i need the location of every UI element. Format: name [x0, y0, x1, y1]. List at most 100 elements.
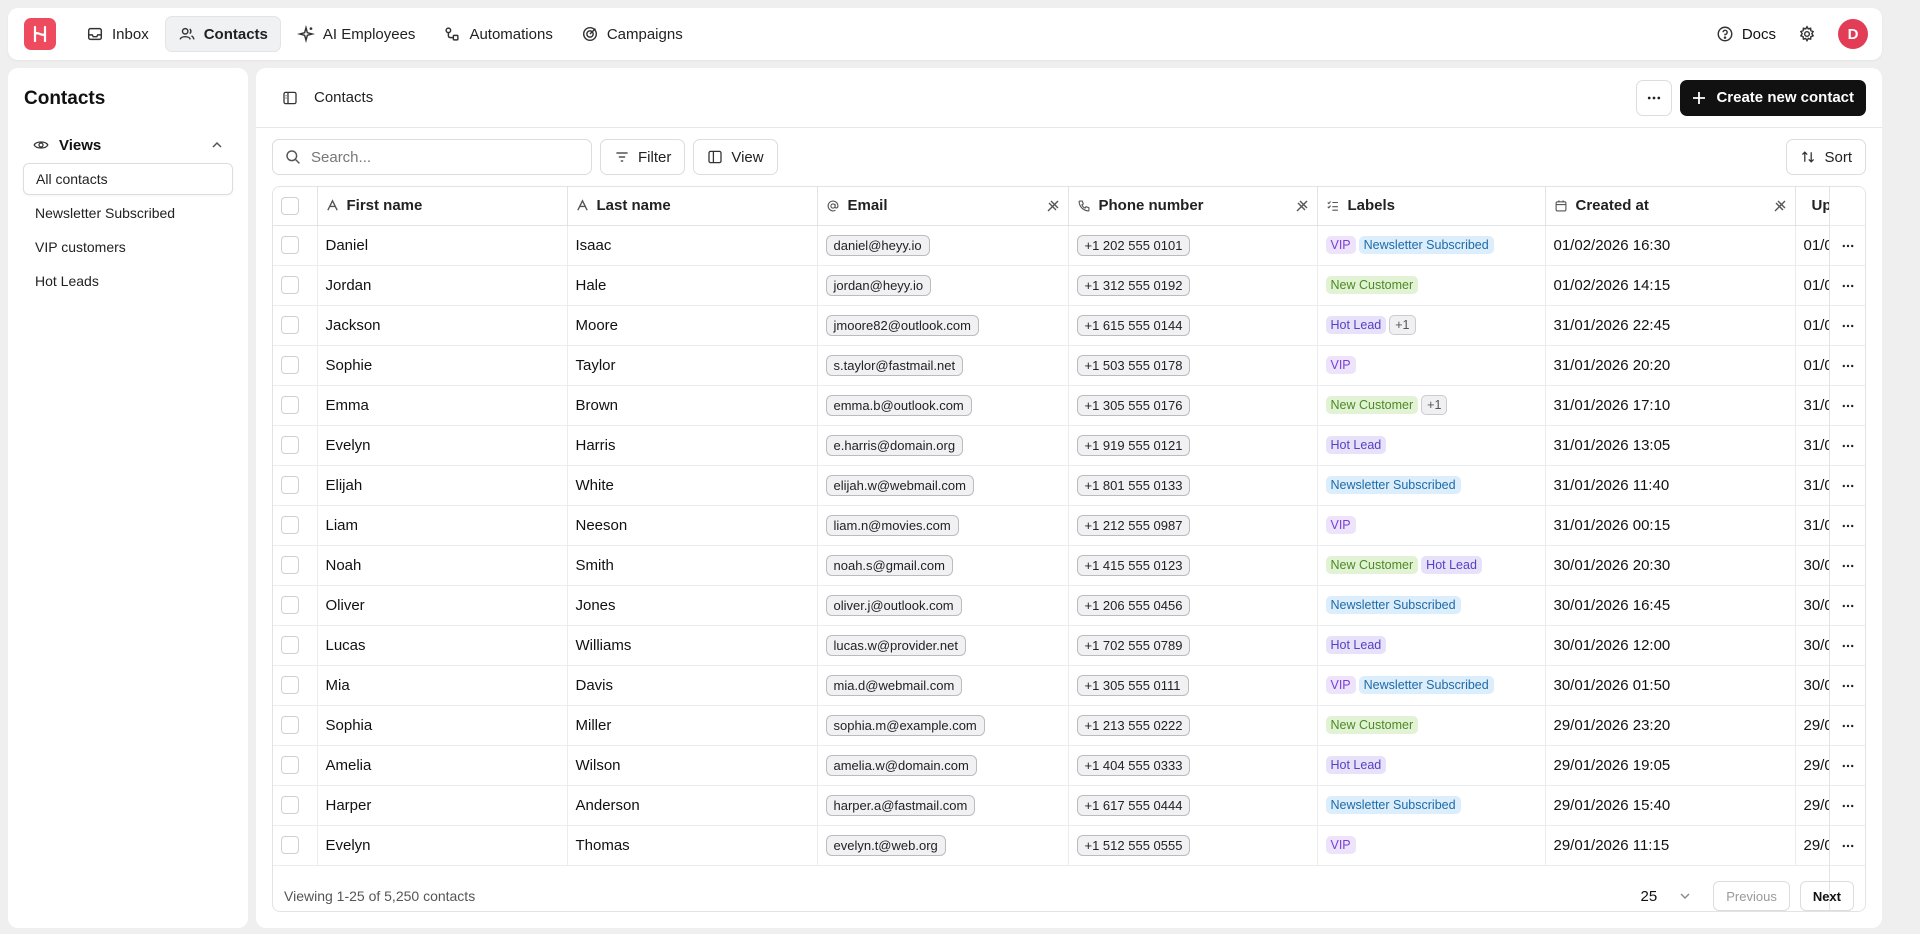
- email-chip[interactable]: noah.s@gmail.com: [825, 554, 953, 576]
- sidebar-toggle-icon[interactable]: [282, 90, 298, 106]
- phone-chip[interactable]: +1 213 555 0222: [1076, 714, 1191, 736]
- labels-cell[interactable]: VIP: [1317, 345, 1546, 386]
- email-cell[interactable]: emma.b@outlook.com: [817, 385, 1069, 426]
- sort-button[interactable]: Sort: [1786, 139, 1866, 175]
- email-chip[interactable]: evelyn.t@web.org: [825, 834, 946, 856]
- email-chip[interactable]: jmoore82@outlook.com: [825, 314, 979, 336]
- phone-cell[interactable]: +1 503 555 0178: [1068, 345, 1318, 386]
- phone-chip[interactable]: +1 206 555 0456: [1076, 594, 1191, 616]
- row-more-button[interactable]: [1830, 826, 1865, 866]
- views-section-toggle[interactable]: Views: [23, 133, 233, 157]
- email-cell[interactable]: oliver.j@outlook.com: [817, 585, 1069, 626]
- row-checkbox[interactable]: [281, 716, 299, 735]
- create-contact-button[interactable]: Create new contact: [1680, 79, 1866, 116]
- labels-cell[interactable]: Hot Lead: [1317, 745, 1546, 786]
- row-checkbox[interactable]: [281, 396, 299, 415]
- page-size-select[interactable]: 25: [1641, 888, 1692, 905]
- last-name-cell[interactable]: Neeson: [567, 505, 818, 546]
- email-cell[interactable]: s.taylor@fastmail.net: [817, 345, 1069, 386]
- row-more-button[interactable]: [1830, 386, 1865, 426]
- phone-chip[interactable]: +1 305 555 0176: [1076, 394, 1191, 416]
- labels-cell[interactable]: Newsletter Subscribed: [1317, 465, 1546, 506]
- table-row[interactable]: Evelyn Thomas evelyn.t@web.org +1 512 555 0…: [273, 825, 1865, 866]
- row-checkbox[interactable]: [281, 796, 299, 815]
- table-row[interactable]: Jackson Moore jmoore82@outlook.com +1 615 5…: [273, 305, 1865, 346]
- phone-cell[interactable]: +1 702 555 0789: [1068, 625, 1318, 666]
- email-cell[interactable]: harper.a@fastmail.com: [817, 785, 1069, 826]
- row-checkbox[interactable]: [281, 356, 299, 375]
- email-chip[interactable]: amelia.w@domain.com: [825, 754, 977, 776]
- email-cell[interactable]: lucas.w@provider.net: [817, 625, 1069, 666]
- view-button[interactable]: View: [693, 139, 778, 175]
- email-cell[interactable]: mia.d@webmail.com: [817, 665, 1069, 706]
- row-more-button[interactable]: [1830, 786, 1865, 826]
- filter-button[interactable]: Filter: [600, 139, 686, 175]
- phone-chip[interactable]: +1 919 555 0121: [1076, 434, 1191, 456]
- table-row[interactable]: Emma Brown emma.b@outlook.com +1 305 555 01…: [273, 385, 1865, 426]
- phone-cell[interactable]: +1 213 555 0222: [1068, 705, 1318, 746]
- email-cell[interactable]: noah.s@gmail.com: [817, 545, 1069, 586]
- email-chip[interactable]: mia.d@webmail.com: [825, 674, 963, 696]
- first-name-cell[interactable]: Harper: [317, 785, 568, 826]
- email-chip[interactable]: daniel@heyy.io: [825, 234, 930, 256]
- phone-cell[interactable]: +1 617 555 0444: [1068, 785, 1318, 826]
- last-name-cell[interactable]: Williams: [567, 625, 818, 666]
- nav-contacts[interactable]: Contacts: [164, 16, 281, 52]
- last-name-cell[interactable]: Harris: [567, 425, 818, 466]
- labels-cell[interactable]: VIP Newsletter Subscribed: [1317, 225, 1546, 266]
- row-checkbox[interactable]: [281, 236, 299, 255]
- email-cell[interactable]: e.harris@domain.org: [817, 425, 1069, 466]
- row-checkbox[interactable]: [281, 316, 299, 335]
- nav-ai-employees[interactable]: AI Employees: [285, 16, 428, 52]
- phone-cell[interactable]: +1 305 555 0176: [1068, 385, 1318, 426]
- row-more-button[interactable]: [1830, 426, 1865, 466]
- phone-cell[interactable]: +1 919 555 0121: [1068, 425, 1318, 466]
- app-logo[interactable]: [24, 18, 56, 50]
- phone-chip[interactable]: +1 615 555 0144: [1076, 314, 1191, 336]
- row-more-button[interactable]: [1830, 746, 1865, 786]
- row-checkbox[interactable]: [281, 676, 299, 695]
- table-row[interactable]: Oliver Jones oliver.j@outlook.com +1 206 55…: [273, 585, 1865, 626]
- last-name-cell[interactable]: Moore: [567, 305, 818, 346]
- labels-cell[interactable]: Hot Lead: [1317, 625, 1546, 666]
- last-name-cell[interactable]: Miller: [567, 705, 818, 746]
- docs-link[interactable]: Docs: [1716, 25, 1776, 43]
- email-cell[interactable]: jordan@heyy.io: [817, 265, 1069, 306]
- table-row[interactable]: Liam Neeson liam.n@movies.com +1 212 555 09…: [273, 505, 1865, 546]
- table-row[interactable]: Harper Anderson harper.a@fastmail.com +1 61…: [273, 785, 1865, 826]
- user-avatar[interactable]: D: [1838, 19, 1868, 49]
- search-box[interactable]: [272, 139, 592, 175]
- last-name-cell[interactable]: Taylor: [567, 345, 818, 386]
- last-name-cell[interactable]: Davis: [567, 665, 818, 706]
- email-chip[interactable]: harper.a@fastmail.com: [825, 794, 976, 816]
- table-row[interactable]: Daniel Isaac daniel@heyy.io +1 202 555 0101…: [273, 225, 1865, 266]
- nav-automations[interactable]: Automations: [431, 16, 564, 52]
- email-chip[interactable]: s.taylor@fastmail.net: [825, 354, 964, 376]
- row-checkbox[interactable]: [281, 556, 299, 575]
- email-chip[interactable]: liam.n@movies.com: [825, 514, 959, 536]
- table-row[interactable]: Evelyn Harris e.harris@domain.org +1 919 55…: [273, 425, 1865, 466]
- column-first-name[interactable]: First name: [317, 187, 568, 226]
- email-cell[interactable]: sophia.m@example.com: [817, 705, 1069, 746]
- phone-chip[interactable]: +1 212 555 0987: [1076, 514, 1191, 536]
- labels-cell[interactable]: VIP Newsletter Subscribed: [1317, 665, 1546, 706]
- last-name-cell[interactable]: Isaac: [567, 225, 818, 266]
- phone-cell[interactable]: +1 212 555 0987: [1068, 505, 1318, 546]
- first-name-cell[interactable]: Elijah: [317, 465, 568, 506]
- first-name-cell[interactable]: Sophie: [317, 345, 568, 386]
- row-checkbox[interactable]: [281, 836, 299, 855]
- phone-cell[interactable]: +1 512 555 0555: [1068, 825, 1318, 866]
- phone-chip[interactable]: +1 305 555 0111: [1076, 674, 1189, 696]
- row-more-button[interactable]: [1830, 666, 1865, 706]
- column-phone-number[interactable]: Phone number: [1068, 187, 1318, 226]
- phone-cell[interactable]: +1 615 555 0144: [1068, 305, 1318, 346]
- first-name-cell[interactable]: Mia: [317, 665, 568, 706]
- email-cell[interactable]: jmoore82@outlook.com: [817, 305, 1069, 346]
- email-cell[interactable]: elijah.w@webmail.com: [817, 465, 1069, 506]
- email-chip[interactable]: e.harris@domain.org: [825, 434, 964, 456]
- table-row[interactable]: Sophia Miller sophia.m@example.com +1 213 5…: [273, 705, 1865, 746]
- table-row[interactable]: Jordan Hale jordan@heyy.io +1 312 555 0192 N…: [273, 265, 1865, 306]
- row-more-button[interactable]: [1830, 346, 1865, 386]
- row-more-button[interactable]: [1830, 466, 1865, 506]
- labels-cell[interactable]: New Customer Hot Lead: [1317, 545, 1546, 586]
